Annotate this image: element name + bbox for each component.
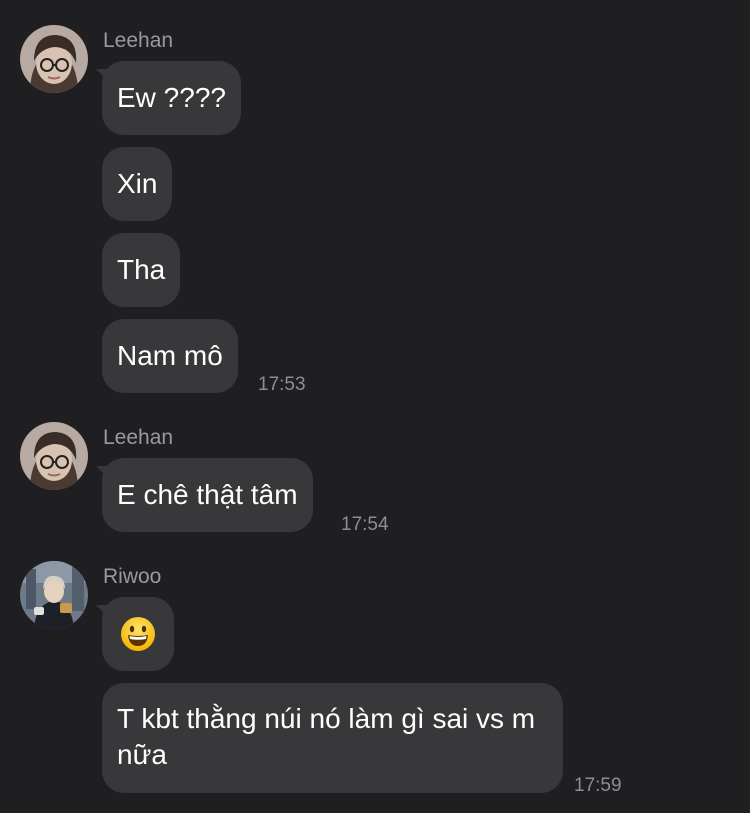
bubble-tail: [96, 466, 110, 480]
message-bubble[interactable]: Ew ????: [96, 61, 241, 135]
message-text: Nam mô: [117, 340, 223, 371]
message-text: Xin: [117, 168, 158, 199]
message-bubble[interactable]: T kbt thằng núi nó làm gì sai vs m nữa: [102, 683, 563, 793]
emoji-bubble[interactable]: [96, 597, 174, 671]
avatar-leehan[interactable]: [20, 25, 88, 93]
message-bubble[interactable]: Tha: [102, 233, 181, 307]
bubble-tail: [96, 69, 110, 83]
avatar-riwoo[interactable]: [20, 561, 88, 629]
message-timestamp: 17:53: [258, 374, 306, 395]
message-bubble[interactable]: Nam mô: [102, 319, 238, 393]
avatar-leehan-photo: [20, 25, 88, 93]
bubble-tail: [96, 605, 110, 619]
message-timestamp: 17:54: [341, 514, 389, 535]
message-bubble[interactable]: Xin: [102, 147, 173, 221]
sender-name: Leehan: [103, 29, 174, 52]
message-timestamp: 17:59: [574, 775, 622, 796]
message-text: T kbt thằng núi nó làm gì sai vs m nữa: [117, 703, 536, 770]
message-text: Ew ????: [117, 82, 226, 113]
message-text: Tha: [117, 254, 166, 285]
grinning-face-emoji-icon: [121, 617, 155, 651]
avatar-riwoo-photo: [20, 561, 88, 629]
sender-name: Riwoo: [103, 565, 162, 588]
sender-name: Leehan: [103, 426, 174, 449]
message-text: E chê thật tâm: [117, 479, 298, 510]
avatar-leehan-photo: [20, 422, 88, 490]
avatar-leehan[interactable]: [20, 422, 88, 490]
message-bubble[interactable]: E chê thật tâm: [96, 458, 313, 532]
